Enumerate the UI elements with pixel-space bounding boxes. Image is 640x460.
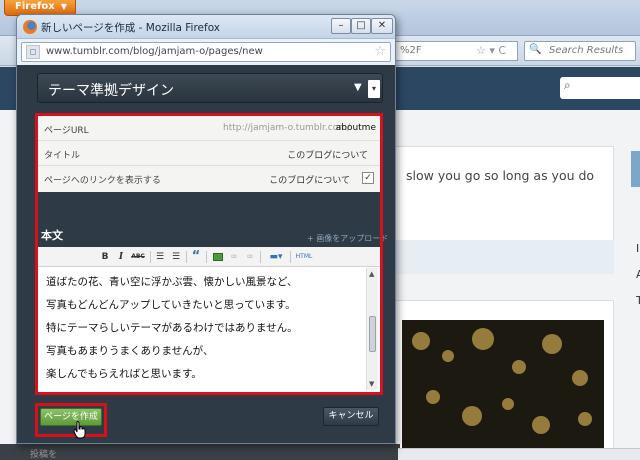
cancel-button[interactable]: キャンセル xyxy=(323,407,379,426)
bookmark-star-icon[interactable]: ☆ ▾ C xyxy=(476,44,506,57)
minimize-button[interactable]: – xyxy=(331,18,351,34)
minimize-icon: – xyxy=(338,20,344,31)
bokeh-light xyxy=(578,412,592,426)
chevron-down-icon: ▼ xyxy=(60,2,67,11)
maximize-button[interactable]: □ xyxy=(351,18,371,34)
post-card-text: slow you go so long as you do xyxy=(406,168,595,183)
theme-selector[interactable]: テーマ準拠デザイン ▼ ▾ xyxy=(37,73,383,103)
bokeh-light xyxy=(502,398,514,410)
bokeh-light xyxy=(442,350,454,362)
theme-title: テーマ準拠デザイン xyxy=(48,83,174,99)
bokeh-light xyxy=(472,328,494,350)
bokeh-light xyxy=(532,416,550,434)
firefox-logo-icon xyxy=(23,20,37,34)
avatar[interactable] xyxy=(631,151,640,187)
close-button[interactable]: ✕ xyxy=(371,18,393,34)
popup-titlebar: 新しいページを作成 - Mozilla Firefox – □ ✕ xyxy=(17,15,395,39)
theme-menu-button[interactable]: ▾ xyxy=(368,80,380,98)
browser-url-fragment: %2F xyxy=(400,45,422,56)
bokeh-light xyxy=(542,334,562,354)
new-page-popup-window: 新しいページを作成 - Mozilla Firefox – □ ✕ ◻ www.… xyxy=(16,14,396,444)
popup-window-title: 新しいページを作成 - Mozilla Firefox xyxy=(41,22,221,34)
bokeh-light xyxy=(512,360,526,374)
sidebar-letter: I xyxy=(636,242,640,255)
new-page-form: テーマ準拠デザイン ▼ ▾ ページURL http://jamjam-o.tum… xyxy=(17,65,395,443)
firefox-menu-label: Firefox xyxy=(15,1,55,12)
sidebar-letters: I A T xyxy=(636,236,640,314)
bokeh-light xyxy=(426,390,440,404)
dropdown-arrow-icon[interactable]: ▼ xyxy=(354,82,362,93)
highlight-frame-form xyxy=(35,113,383,395)
close-icon: ✕ xyxy=(377,20,387,31)
search-icon: ⌕ xyxy=(564,78,571,92)
bokeh-light xyxy=(412,332,430,350)
sidebar-letter: A xyxy=(636,268,640,281)
bookmark-star-icon[interactable]: ☆ xyxy=(374,44,386,59)
bokeh-light xyxy=(462,406,482,426)
sidebar-letter: T xyxy=(636,294,640,307)
horizontal-scrollbar[interactable] xyxy=(398,448,640,460)
post-card-footer xyxy=(380,240,614,274)
pointer-cursor-icon xyxy=(73,421,86,439)
site-identity-icon[interactable]: ◻ xyxy=(26,45,40,59)
photo-post-image[interactable] xyxy=(402,320,604,450)
bokeh-light xyxy=(572,370,588,386)
search-icon: 🔍 xyxy=(529,44,542,55)
popup-url-text: www.tumblr.com/blog/jamjam-o/pages/new xyxy=(46,46,263,57)
tumblr-search-input[interactable]: ⌕ xyxy=(560,77,640,99)
status-strip xyxy=(0,444,400,460)
browser-search-field[interactable]: 🔍 Search Results xyxy=(524,41,636,61)
create-page-button[interactable]: ページを作成 xyxy=(40,408,102,426)
status-text: 投稿を xyxy=(30,450,58,460)
browser-search-placeholder: Search Results xyxy=(549,45,624,56)
popup-url-bar[interactable]: ◻ www.tumblr.com/blog/jamjam-o/pages/new… xyxy=(21,42,391,62)
maximize-icon: □ xyxy=(356,20,366,31)
